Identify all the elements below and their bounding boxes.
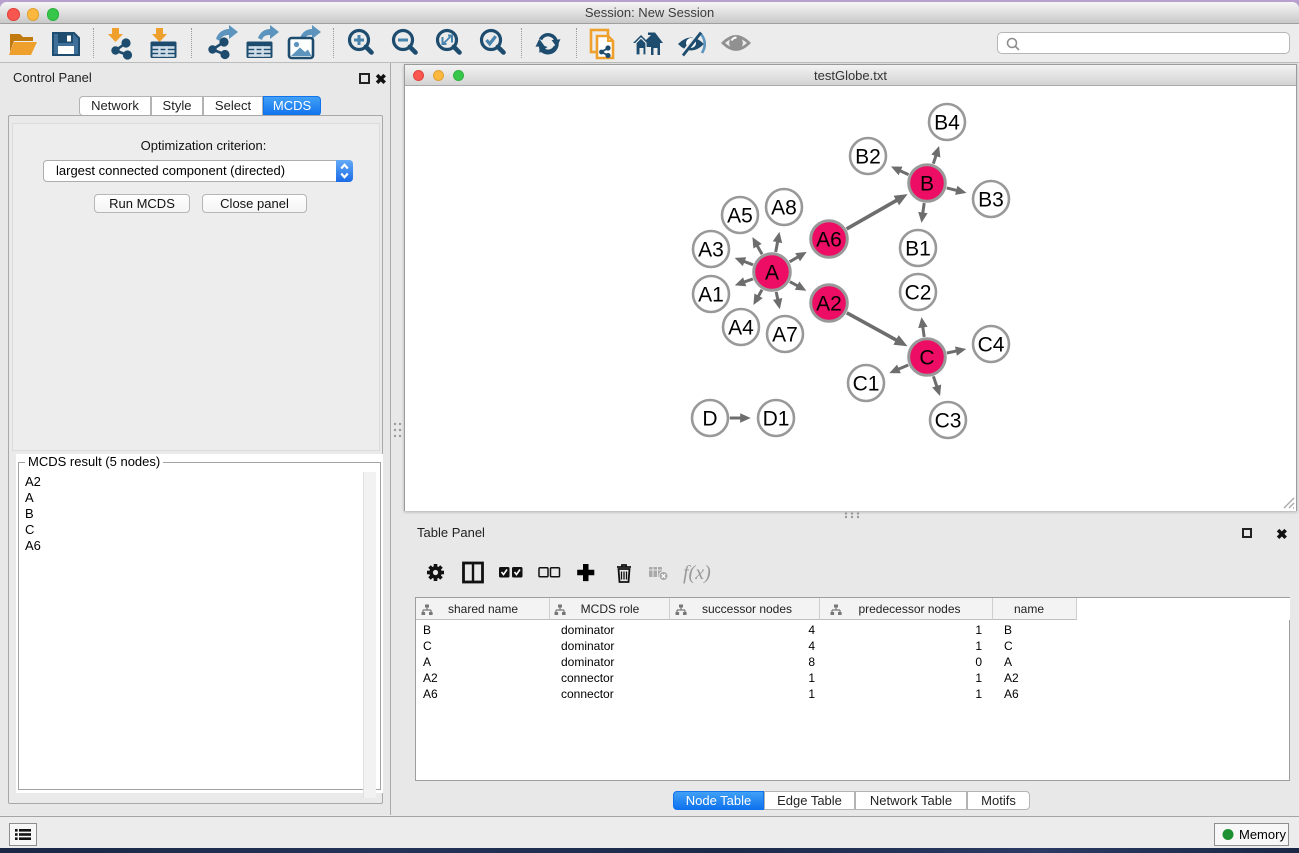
svg-text:B3: B3 [978, 189, 1004, 212]
svg-text:D: D [702, 408, 717, 431]
svg-text:C: C [919, 347, 934, 370]
svg-text:B4: B4 [934, 112, 960, 135]
svg-text:A4: A4 [728, 317, 754, 340]
svg-text:A7: A7 [772, 324, 798, 347]
svg-text:A1: A1 [698, 284, 724, 307]
svg-text:C3: C3 [935, 410, 962, 433]
svg-text:B: B [920, 173, 934, 196]
svg-text:A8: A8 [771, 197, 797, 220]
svg-text:Memory: Memory [1239, 827, 1286, 842]
svg-text:C4: C4 [978, 334, 1005, 357]
svg-text:B1: B1 [905, 238, 931, 261]
svg-text:f(x): f(x) [683, 562, 711, 584]
svg-text:C1: C1 [853, 373, 880, 396]
svg-text:A: A [765, 262, 779, 285]
svg-text:A3: A3 [698, 239, 724, 262]
svg-text:C2: C2 [905, 282, 932, 305]
svg-text:B2: B2 [855, 146, 881, 169]
svg-text:A2: A2 [816, 293, 842, 316]
svg-text:A6: A6 [816, 229, 842, 252]
svg-text:D1: D1 [763, 408, 790, 431]
svg-text:A5: A5 [727, 205, 753, 228]
